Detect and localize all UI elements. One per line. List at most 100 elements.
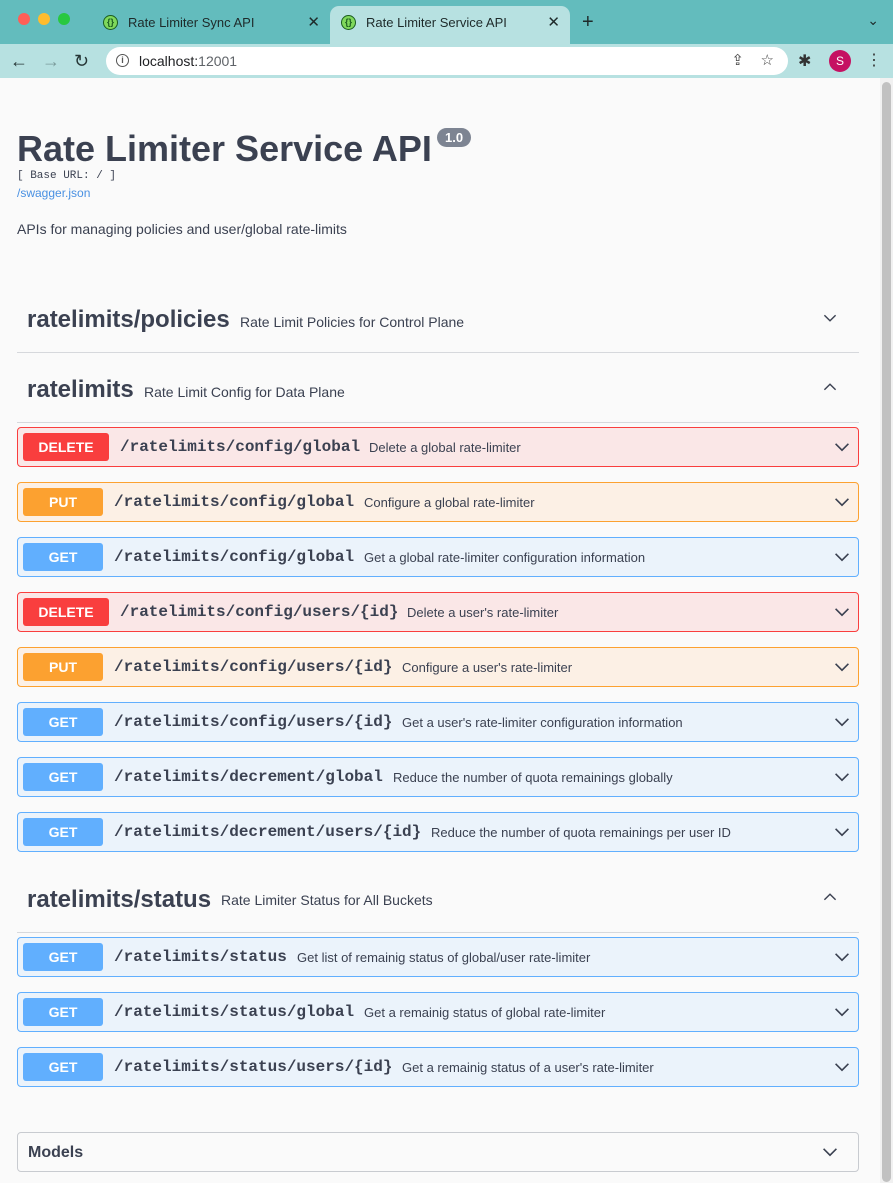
operation-put-config-user[interactable]: PUT /ratelimits/config/users/{id} Config… [17, 647, 859, 687]
chevron-up-icon[interactable] [823, 380, 837, 394]
operation-summary: Configure a user's rate-limiter [402, 660, 573, 675]
operation-path: /ratelimits/config/users/{id} [114, 658, 393, 676]
operation-get-config-global[interactable]: GET /ratelimits/config/global Get a glob… [17, 537, 859, 577]
operation-get-status-user[interactable]: GET /ratelimits/status/users/{id} Get a … [17, 1047, 859, 1087]
section-name: ratelimits [27, 376, 134, 403]
method-badge: PUT [23, 488, 103, 516]
extensions-puzzle-icon[interactable]: ✱ [798, 51, 811, 71]
browser-tab-sync-api[interactable]: {} Rate Limiter Sync API ✕ [92, 6, 330, 44]
operation-path: /ratelimits/config/global [114, 493, 355, 511]
chevron-down-icon[interactable] [834, 496, 850, 508]
profile-avatar[interactable]: S [829, 50, 851, 72]
operation-path: /ratelimits/config/users/{id} [114, 713, 393, 731]
chevron-down-icon[interactable] [834, 771, 850, 783]
chevron-down-icon[interactable] [834, 826, 850, 838]
operation-summary: Get a global rate-limiter configuration … [364, 550, 646, 565]
forward-arrow-icon[interactable]: → [42, 48, 60, 74]
section-name: ratelimits/status [27, 886, 212, 913]
close-tab-icon[interactable]: ✕ [547, 6, 560, 40]
share-icon[interactable]: ⇪ [731, 50, 744, 72]
section-ratelimits-policies[interactable]: ratelimits/policies Rate Limit Policies … [17, 282, 859, 353]
browser-menu-icon[interactable]: ⋮ [866, 50, 882, 70]
swagger-json-link[interactable]: /swagger.json [17, 186, 90, 200]
operation-get-status-global[interactable]: GET /ratelimits/status/global Get a rema… [17, 992, 859, 1032]
section-ratelimits[interactable]: ratelimits Rate Limit Config for Data Pl… [17, 352, 859, 423]
tab-label: Rate Limiter Service API [366, 15, 507, 30]
chevron-down-icon[interactable] [834, 606, 850, 618]
method-badge: GET [23, 818, 103, 846]
operation-summary: Delete a global rate-limiter [369, 440, 521, 455]
operation-path: /ratelimits/status/global [114, 1003, 355, 1021]
browser-tab-bar: {} Rate Limiter Sync API ✕ {} Rate Limit… [0, 0, 893, 44]
chevron-down-icon[interactable] [823, 311, 837, 325]
operation-get-status[interactable]: GET /ratelimits/status Get list of remai… [17, 937, 859, 977]
close-tab-icon[interactable]: ✕ [307, 6, 320, 40]
method-badge: GET [23, 1053, 103, 1081]
chevron-down-icon[interactable] [834, 716, 850, 728]
chevron-down-icon[interactable] [822, 1146, 838, 1158]
address-bar[interactable]: i localhost:12001 ⇪ ☆ [106, 47, 788, 75]
section-description: Rate Limiter Status for All Buckets [221, 892, 433, 908]
method-badge: GET [23, 763, 103, 791]
swagger-favicon-icon: {} [341, 15, 356, 30]
operation-get-decrement-user[interactable]: GET /ratelimits/decrement/users/{id} Red… [17, 812, 859, 852]
scrollbar-thumb[interactable] [882, 82, 891, 1182]
operation-summary: Reduce the number of quota remainings pe… [431, 825, 731, 840]
operation-summary: Get a remainig status of global rate-lim… [364, 1005, 606, 1020]
method-badge: GET [23, 943, 103, 971]
section-name: ratelimits/policies [27, 306, 230, 333]
site-info-icon[interactable]: i [116, 54, 129, 67]
reload-icon[interactable]: ↻ [74, 48, 89, 74]
chevron-down-icon[interactable] [834, 1061, 850, 1073]
chevron-down-icon[interactable] [834, 551, 850, 563]
operation-summary: Get a user's rate-limiter configuration … [402, 715, 683, 730]
models-section[interactable]: Models [17, 1132, 859, 1172]
operation-path: /ratelimits/decrement/global [114, 768, 383, 786]
chevron-up-icon[interactable] [823, 890, 837, 904]
method-badge: GET [23, 998, 103, 1026]
chevron-down-icon[interactable] [834, 1006, 850, 1018]
operation-put-config-global[interactable]: PUT /ratelimits/config/global Configure … [17, 482, 859, 522]
new-tab-plus-icon[interactable]: + [582, 10, 594, 34]
browser-toolbar: ← → ↻ i localhost:12001 ⇪ ☆ ✱ S ⋮ [0, 44, 893, 78]
section-description: Rate Limit Config for Data Plane [144, 384, 345, 400]
back-arrow-icon[interactable]: ← [10, 48, 28, 74]
page-scrollbar[interactable] [880, 78, 893, 1183]
url-text: localhost:12001 [139, 53, 238, 69]
page-viewport: Rate Limiter Service API 1.0 [ Base URL:… [0, 78, 880, 1183]
operation-path: /ratelimits/status [114, 948, 287, 966]
version-badge: 1.0 [437, 128, 472, 147]
operation-path: /ratelimits/decrement/users/{id} [114, 823, 422, 841]
operation-path: /ratelimits/status/users/{id} [114, 1058, 393, 1076]
operation-summary: Delete a user's rate-limiter [407, 605, 559, 620]
operation-path: /ratelimits/config/users/{id} [120, 603, 399, 621]
tab-label: Rate Limiter Sync API [128, 15, 255, 30]
operation-path: /ratelimits/config/global [114, 548, 355, 566]
operation-summary: Reduce the number of quota remainings gl… [393, 770, 673, 785]
window-close-button[interactable] [18, 13, 30, 25]
base-url: [ Base URL: / ] [17, 170, 117, 182]
operation-get-config-user[interactable]: GET /ratelimits/config/users/{id} Get a … [17, 702, 859, 742]
window-minimize-button[interactable] [38, 13, 50, 25]
operation-delete-config-global[interactable]: DELETE /ratelimits/config/global Delete … [17, 427, 859, 467]
method-badge: GET [23, 708, 103, 736]
tab-search-chevron-icon[interactable]: ⌄ [867, 12, 879, 29]
page-title: Rate Limiter Service API [17, 128, 432, 169]
operation-get-decrement-global[interactable]: GET /ratelimits/decrement/global Reduce … [17, 757, 859, 797]
chevron-down-icon[interactable] [834, 661, 850, 673]
bookmark-star-icon[interactable]: ☆ [761, 50, 774, 72]
chevron-down-icon[interactable] [834, 951, 850, 963]
section-ratelimits-status[interactable]: ratelimits/status Rate Limiter Status fo… [17, 862, 859, 933]
method-badge: DELETE [23, 433, 109, 461]
operation-summary: Get a remainig status of a user's rate-l… [402, 1060, 654, 1075]
chevron-down-icon[interactable] [834, 441, 850, 453]
browser-tab-service-api[interactable]: {} Rate Limiter Service API ✕ [330, 6, 570, 44]
operation-summary: Configure a global rate-limiter [364, 495, 535, 510]
models-title: Models [28, 1144, 84, 1161]
swagger-favicon-icon: {} [103, 15, 118, 30]
operation-delete-config-user[interactable]: DELETE /ratelimits/config/users/{id} Del… [17, 592, 859, 632]
window-zoom-button[interactable] [58, 13, 70, 25]
method-badge: PUT [23, 653, 103, 681]
method-badge: GET [23, 543, 103, 571]
api-description: APIs for managing policies and user/glob… [17, 221, 347, 237]
